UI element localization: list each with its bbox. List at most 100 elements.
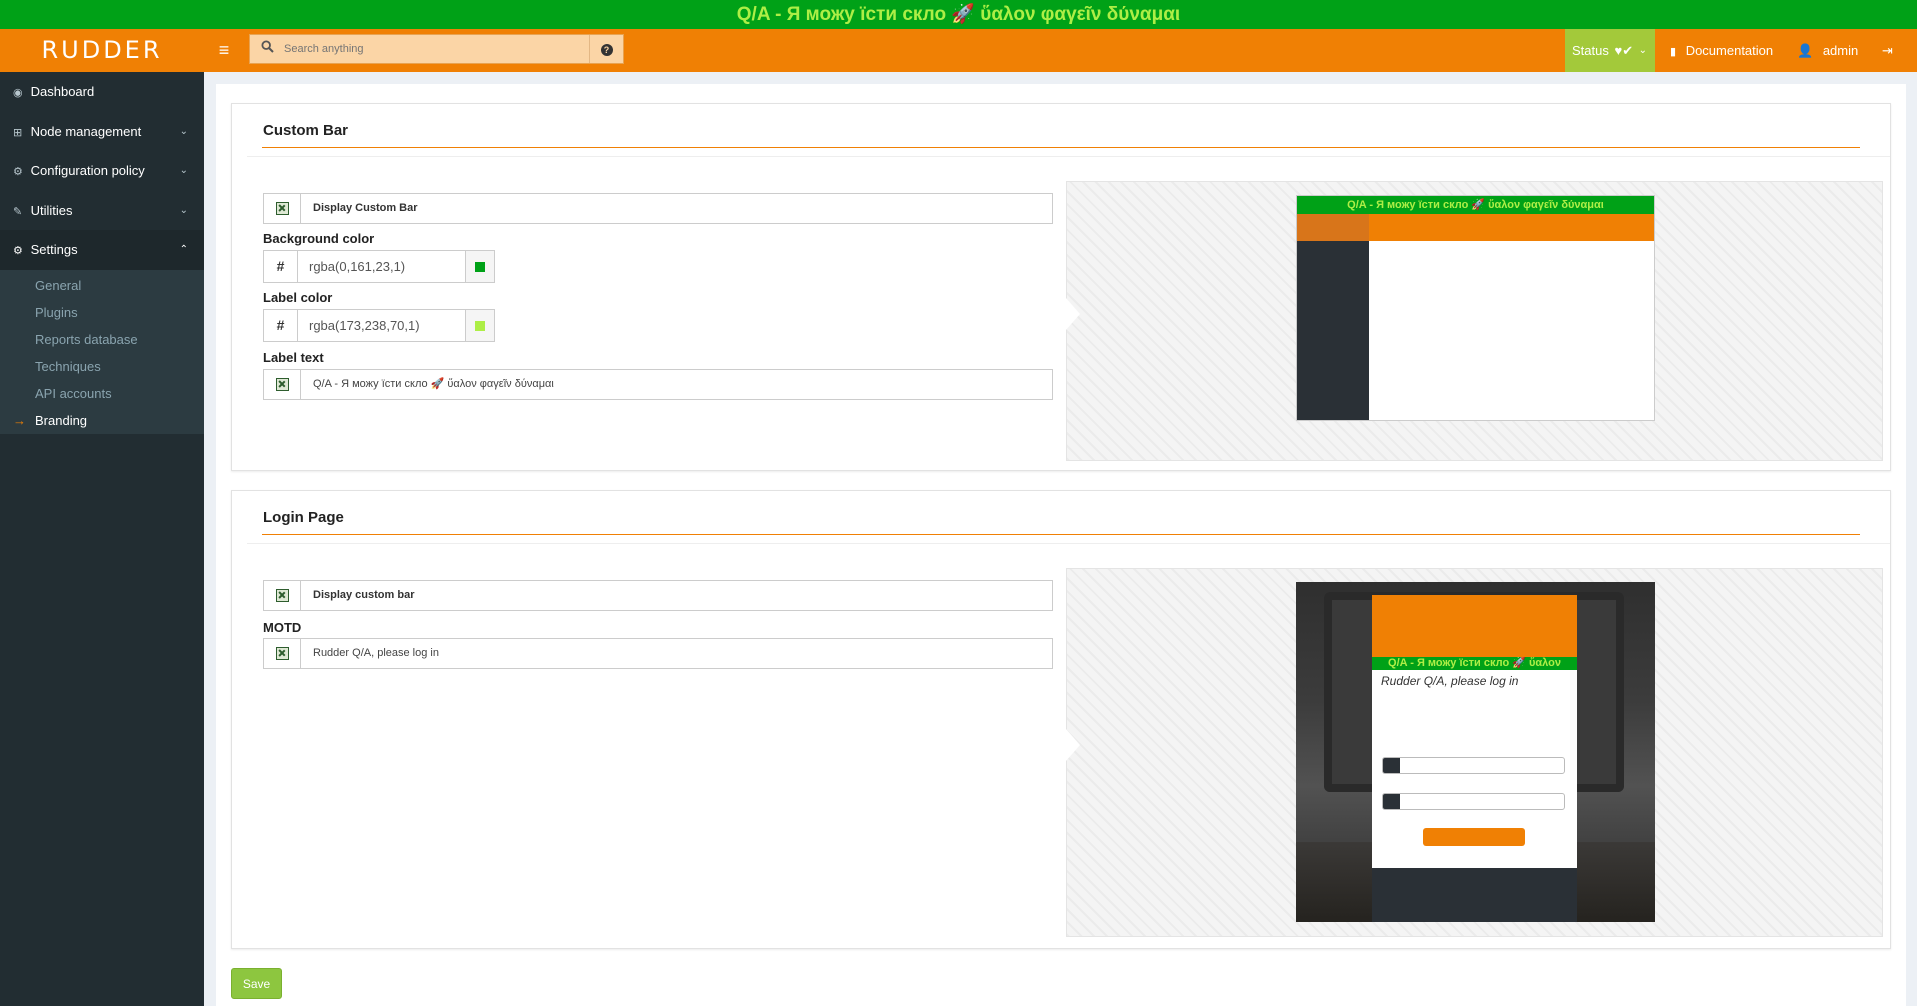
help-icon[interactable]: ? [589, 35, 623, 63]
login-page-preview: Q/A - Я можу їсти скло 🚀 ὕαλον Rudder Q/… [1066, 568, 1883, 937]
chevron-down-icon: ⌄ [179, 125, 188, 137]
color-picker-button[interactable] [465, 251, 494, 282]
save-button[interactable]: Save [231, 968, 282, 999]
chevron-up-icon: ⌃ [179, 244, 188, 255]
submenu-item-api-accounts[interactable]: API accounts [0, 380, 204, 407]
submenu-item-techniques[interactable]: Techniques [0, 353, 204, 380]
motd-value[interactable]: Rudder Q/A, please log in [313, 639, 439, 668]
sidebar-item-label: Node management [30, 123, 142, 139]
preview-custom-bar: Q/A - Я можу їсти скло 🚀 ὕαλον φαγεῖν δύ… [1297, 196, 1654, 214]
background-color-label: Background color [263, 231, 375, 246]
header: RUDDER ≡ ? Status ♥✔ ⌄ ▮ Documentation 👤… [0, 29, 1917, 72]
main-content: Custom Bar Display Custom Bar Background… [204, 72, 1917, 1006]
preview-sidebar [1297, 241, 1369, 420]
sidebar-item-dashboard[interactable]: ◉ Dashboard [0, 72, 204, 112]
preview-login-box: Q/A - Я можу їсти скло 🚀 ὕαλον Rudder Q/… [1372, 595, 1577, 922]
submenu-item-general[interactable]: General [0, 272, 204, 299]
preview-notch [1066, 729, 1080, 761]
label-text-field[interactable]: Q/A - Я можу їсти скло 🚀 ὕαλον φαγεῖν δύ… [263, 369, 1053, 400]
background-color-value[interactable]: rgba(0,161,23,1) [309, 251, 405, 282]
display-custom-bar-label: Display Custom Bar [313, 202, 418, 214]
settings-submenu: General Plugins Reports database Techniq… [0, 269, 204, 434]
mini-login-preview: Q/A - Я можу їсти скло 🚀 ὕαλον Rudder Q/… [1296, 582, 1655, 922]
preview-notch [1066, 298, 1080, 330]
display-custom-bar-toggle[interactable]: Display Custom Bar [263, 193, 1053, 224]
background-color-field[interactable]: # rgba(0,161,23,1) [263, 250, 495, 283]
panel-divider [262, 534, 1860, 535]
search-icon [250, 35, 284, 63]
search-input[interactable] [284, 35, 584, 63]
preview-login-custom-bar: Q/A - Я можу їсти скло 🚀 ὕαλον [1372, 657, 1577, 670]
panel-divider [247, 543, 1890, 544]
color-swatch [475, 262, 485, 272]
custom-bar-panel: Custom Bar Display Custom Bar Background… [231, 103, 1891, 471]
sidebar-item-configuration-policy[interactable]: ⚙ Configuration policy ⌄ [0, 151, 204, 191]
sitemap-icon: ⊞ [13, 126, 23, 139]
user-icon: 👤 [1797, 43, 1814, 58]
label-text-value[interactable]: Q/A - Я можу їсти скло 🚀 ὕαλον φαγεῖν δύ… [313, 370, 554, 399]
checkbox-checked-icon [275, 378, 289, 391]
status-dropdown[interactable]: Status ♥✔ ⌄ [1565, 29, 1655, 72]
documentation-label: Documentation [1685, 43, 1774, 58]
sidebar-item-utilities[interactable]: ✎ Utilities ⌄ [0, 191, 204, 231]
display-login-custom-bar-toggle[interactable]: Display custom bar [263, 580, 1053, 611]
submenu-item-label: Branding [35, 412, 88, 428]
gear-icon: ⚙ [13, 245, 23, 257]
logout-icon[interactable]: ⇥ [1882, 29, 1893, 72]
checkbox[interactable] [264, 581, 301, 610]
user-label: admin [1822, 43, 1859, 58]
checkbox-checked-icon [275, 202, 289, 215]
label-color-label: Label color [263, 290, 333, 305]
rudder-logo[interactable]: RUDDER [0, 29, 204, 72]
checkbox[interactable] [264, 194, 301, 223]
hash-icon: # [264, 251, 298, 282]
preview-username-input [1382, 757, 1565, 774]
custom-bar-preview: Q/A - Я можу їсти скло 🚀 ὕαλον φαγεῖν δύ… [1066, 181, 1883, 461]
sidebar: ◉ Dashboard ⊞ Node management ⌄ ⚙ Config… [0, 72, 204, 1006]
arrow-right-icon: → [13, 412, 26, 428]
search-box: ? [249, 34, 624, 64]
preview-motd: Rudder Q/A, please log in [1381, 674, 1519, 688]
panel-title: Custom Bar [263, 122, 349, 139]
checkbox-checked-icon [275, 589, 289, 602]
chevron-down-icon: ⌄ [179, 165, 188, 176]
wrench-icon: ✎ [13, 205, 23, 218]
display-login-custom-bar-label: Display custom bar [313, 589, 415, 601]
checkbox[interactable] [264, 370, 301, 399]
label-color-field[interactable]: # rgba(173,238,70,1) [263, 309, 495, 342]
menu-toggle-icon[interactable]: ≡ [204, 29, 244, 72]
preview-login-header [1372, 595, 1577, 657]
custom-bar: Q/A - Я можу їсти скло 🚀 ὕαλον φαγεῖν δύ… [0, 0, 1917, 29]
sidebar-item-label: Settings [30, 242, 78, 257]
preview-logo [1297, 214, 1369, 241]
status-label: Status [1572, 43, 1609, 58]
checkbox[interactable] [264, 639, 301, 668]
user-menu[interactable]: 👤 admin [1797, 29, 1858, 72]
label-color-value[interactable]: rgba(173,238,70,1) [309, 310, 420, 341]
motd-field[interactable]: Rudder Q/A, please log in [263, 638, 1053, 669]
checkbox-checked-icon [275, 647, 289, 660]
submenu-item-reports-database[interactable]: Reports database [0, 326, 204, 353]
preview-login-button [1423, 828, 1525, 846]
motd-label: MOTD [263, 620, 302, 635]
color-picker-button[interactable] [465, 310, 494, 341]
documentation-link[interactable]: ▮ Documentation [1670, 29, 1773, 72]
sidebar-item-label: Configuration policy [30, 163, 145, 178]
book-icon: ▮ [1670, 46, 1677, 58]
chevron-down-icon: ⌄ [1638, 45, 1647, 56]
sidebar-item-node-management[interactable]: ⊞ Node management ⌄ [0, 112, 204, 152]
heart-check-icon: ♥✔ [1614, 43, 1634, 58]
color-swatch [475, 321, 485, 331]
preview-login-footer [1372, 868, 1577, 922]
preview-password-input [1382, 793, 1565, 810]
panel-title: Login Page [263, 509, 344, 526]
sidebar-item-settings[interactable]: ⚙ Settings ⌃ [0, 230, 204, 270]
submenu-item-plugins[interactable]: Plugins [0, 299, 204, 326]
dashboard-icon: ◉ [13, 87, 23, 99]
sidebar-item-label: Dashboard [30, 84, 95, 99]
hash-icon: # [264, 310, 298, 341]
submenu-item-branding[interactable]: → Branding [0, 407, 204, 434]
chevron-down-icon: ⌄ [179, 204, 188, 216]
sidebar-item-label: Utilities [30, 202, 73, 218]
gears-icon: ⚙ [13, 166, 23, 178]
